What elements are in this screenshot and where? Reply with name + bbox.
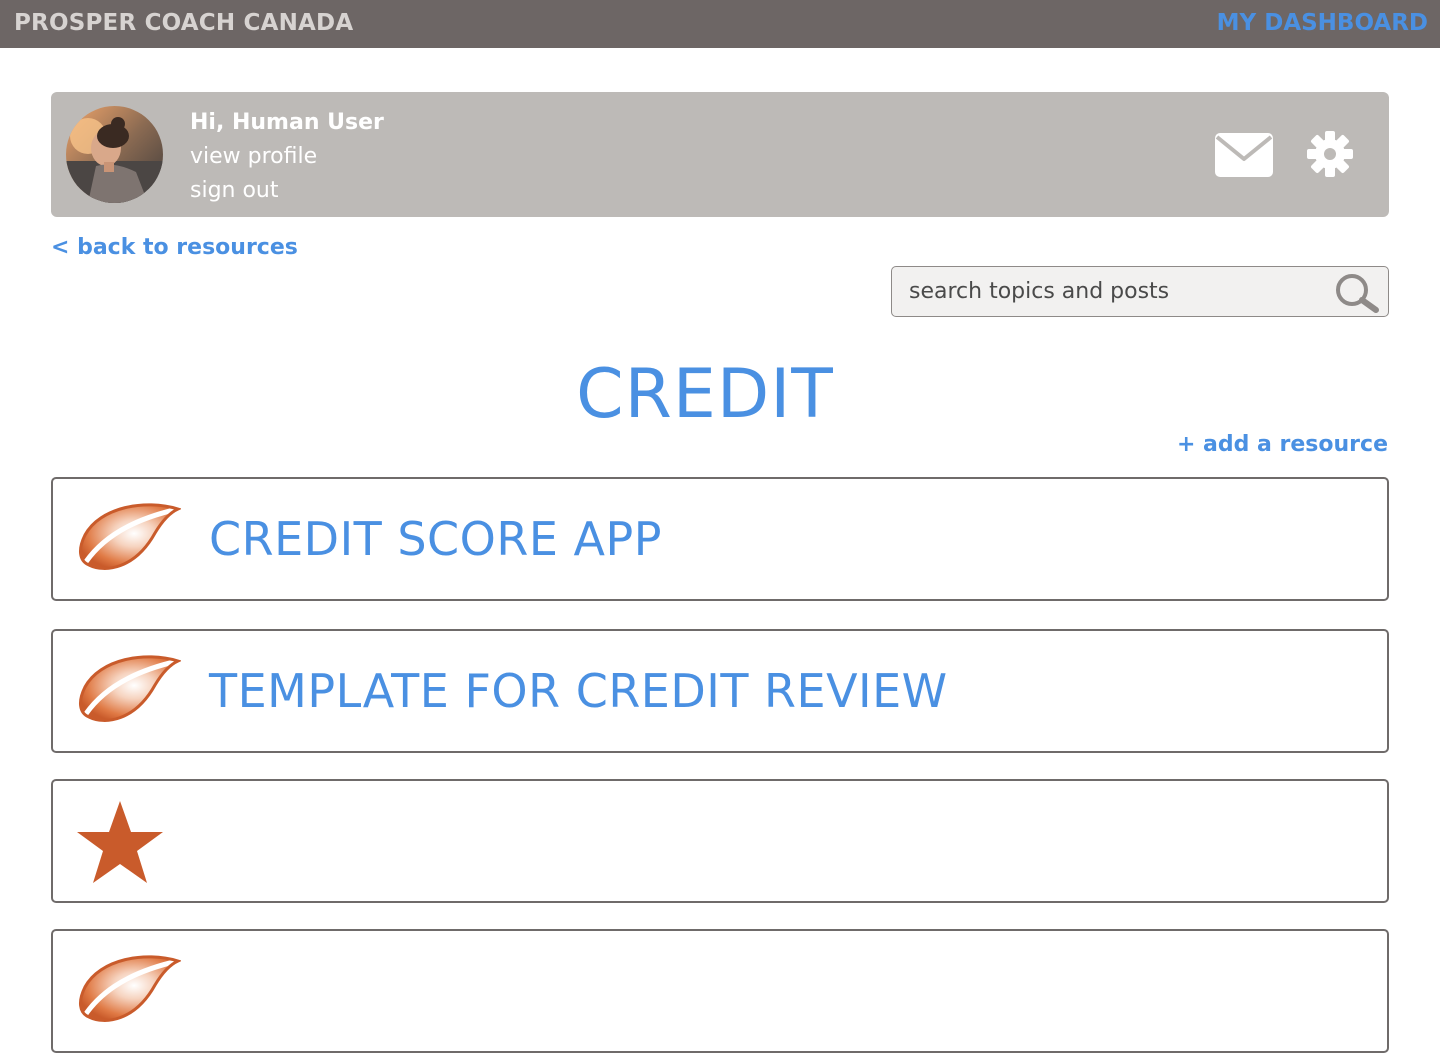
search-box [891,266,1389,317]
page-title: CREDIT [576,355,834,434]
leaf-icon [76,503,181,575]
user-info: Hi, Human User view profile sign out [190,106,384,208]
my-dashboard-link[interactable]: MY DASHBOARD [1217,10,1428,36]
star-icon [77,801,163,883]
resource-card[interactable] [51,779,1389,903]
sign-out-link[interactable]: sign out [190,174,384,208]
avatar[interactable] [66,106,163,203]
search-icon[interactable] [1332,271,1382,313]
leaf-icon [76,655,181,727]
resource-card[interactable]: TEMPLATE FOR CREDIT REVIEW [51,629,1389,753]
add-resource-link[interactable]: + add a resource [1177,432,1388,457]
resource-card[interactable]: CREDIT SCORE APP [51,477,1389,601]
top-bar: PROSPER COACH CANADA MY DASHBOARD [0,0,1440,48]
back-to-resources-link[interactable]: < back to resources [51,235,298,260]
search-input[interactable] [909,275,1319,307]
mail-icon[interactable] [1214,132,1274,178]
gear-icon[interactable] [1306,130,1354,178]
leaf-icon [76,955,181,1027]
user-panel: Hi, Human User view profile sign out [51,92,1389,217]
resource-title: CREDIT SCORE APP [209,512,662,566]
resource-card[interactable] [51,929,1389,1053]
brand-name: PROSPER COACH CANADA [14,10,354,36]
view-profile-link[interactable]: view profile [190,140,384,174]
greeting-text: Hi, Human User [190,110,384,135]
resource-title: TEMPLATE FOR CREDIT REVIEW [209,664,948,718]
